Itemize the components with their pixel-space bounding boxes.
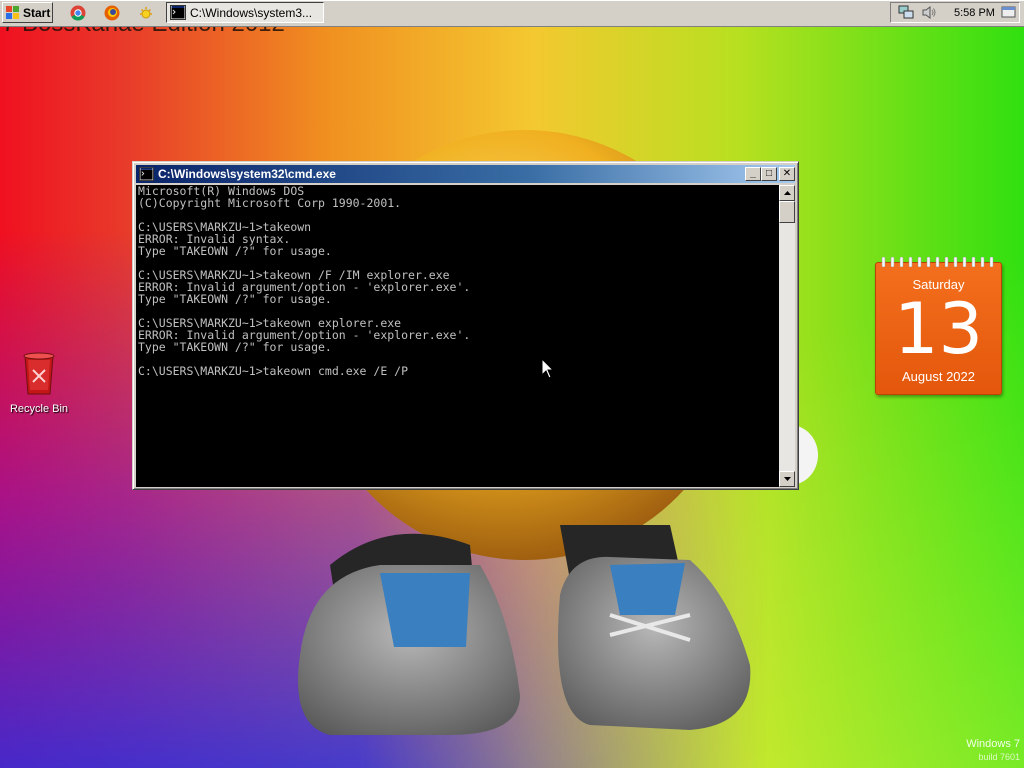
console-line: Type "TAKEOWN /?" for usage.	[138, 244, 332, 258]
cmd-icon	[170, 5, 186, 20]
cmd-window-title: C:\Windows\system32\cmd.exe	[158, 167, 336, 181]
calendar-date: 13	[893, 288, 984, 370]
calendar-binding-icon	[881, 257, 994, 267]
console-line: Type "TAKEOWN /?" for usage.	[138, 340, 332, 354]
start-button[interactable]: Start	[2, 2, 53, 23]
arrow-up-icon	[783, 191, 791, 195]
minimize-button[interactable]: _	[745, 167, 761, 181]
mouse-pointer-icon	[541, 358, 555, 379]
taskbar: Start C:\Windows\system3... 5:58 PM	[0, 0, 1024, 27]
arrow-down-icon	[783, 477, 791, 481]
task-button-label: C:\Windows\system3...	[190, 5, 313, 20]
scroll-down-button[interactable]	[779, 471, 795, 487]
start-label: Start	[23, 5, 51, 20]
weather-icon[interactable]	[138, 5, 154, 21]
watermark-line-1: Windows 7	[966, 738, 1020, 750]
scroll-thumb[interactable]	[779, 201, 795, 223]
vertical-scrollbar[interactable]	[779, 185, 795, 487]
task-button-cmd[interactable]: C:\Windows\system3...	[166, 2, 324, 23]
console-line: Type "TAKEOWN /?" for usage.	[138, 292, 332, 306]
network-icon[interactable]	[898, 5, 914, 20]
cmd-window[interactable]: C:\Windows\system32\cmd.exe _ □ ✕ Micros…	[132, 161, 799, 490]
notification-icon[interactable]	[1001, 5, 1017, 20]
windows-logo-icon	[6, 6, 19, 19]
os-watermark: Windows 7 build 7601	[930, 738, 1020, 764]
calendar-gadget[interactable]: Saturday 13 August 2022	[875, 257, 1002, 395]
watermark-line-2: build 7601	[978, 752, 1020, 762]
cmd-titlebar[interactable]: C:\Windows\system32\cmd.exe _ □ ✕	[136, 165, 795, 183]
firefox-icon[interactable]	[104, 5, 120, 21]
console-output[interactable]: Microsoft(R) Windows DOS (C)Copyright Mic…	[136, 185, 779, 487]
console-line: (C)Copyright Microsoft Corp 1990-2001.	[138, 196, 402, 210]
maximize-button[interactable]: □	[761, 167, 777, 181]
clock[interactable]: 5:58 PM	[954, 7, 995, 19]
recycle-bin[interactable]: Recycle Bin	[8, 350, 70, 415]
calendar-month: August 2022	[901, 369, 975, 384]
scroll-up-button[interactable]	[779, 185, 795, 201]
close-button[interactable]: ✕	[779, 167, 795, 181]
console-line: C:\USERS\MARKZU~1>takeown cmd.exe /E /P	[138, 364, 409, 378]
recycle-bin-label: Recycle Bin	[9, 403, 69, 415]
chrome-icon[interactable]	[70, 5, 86, 21]
system-tray: 5:58 PM	[890, 2, 1020, 23]
recycle-bin-icon	[23, 352, 55, 395]
cmd-window-icon	[139, 167, 154, 181]
volume-icon[interactable]	[921, 5, 937, 20]
